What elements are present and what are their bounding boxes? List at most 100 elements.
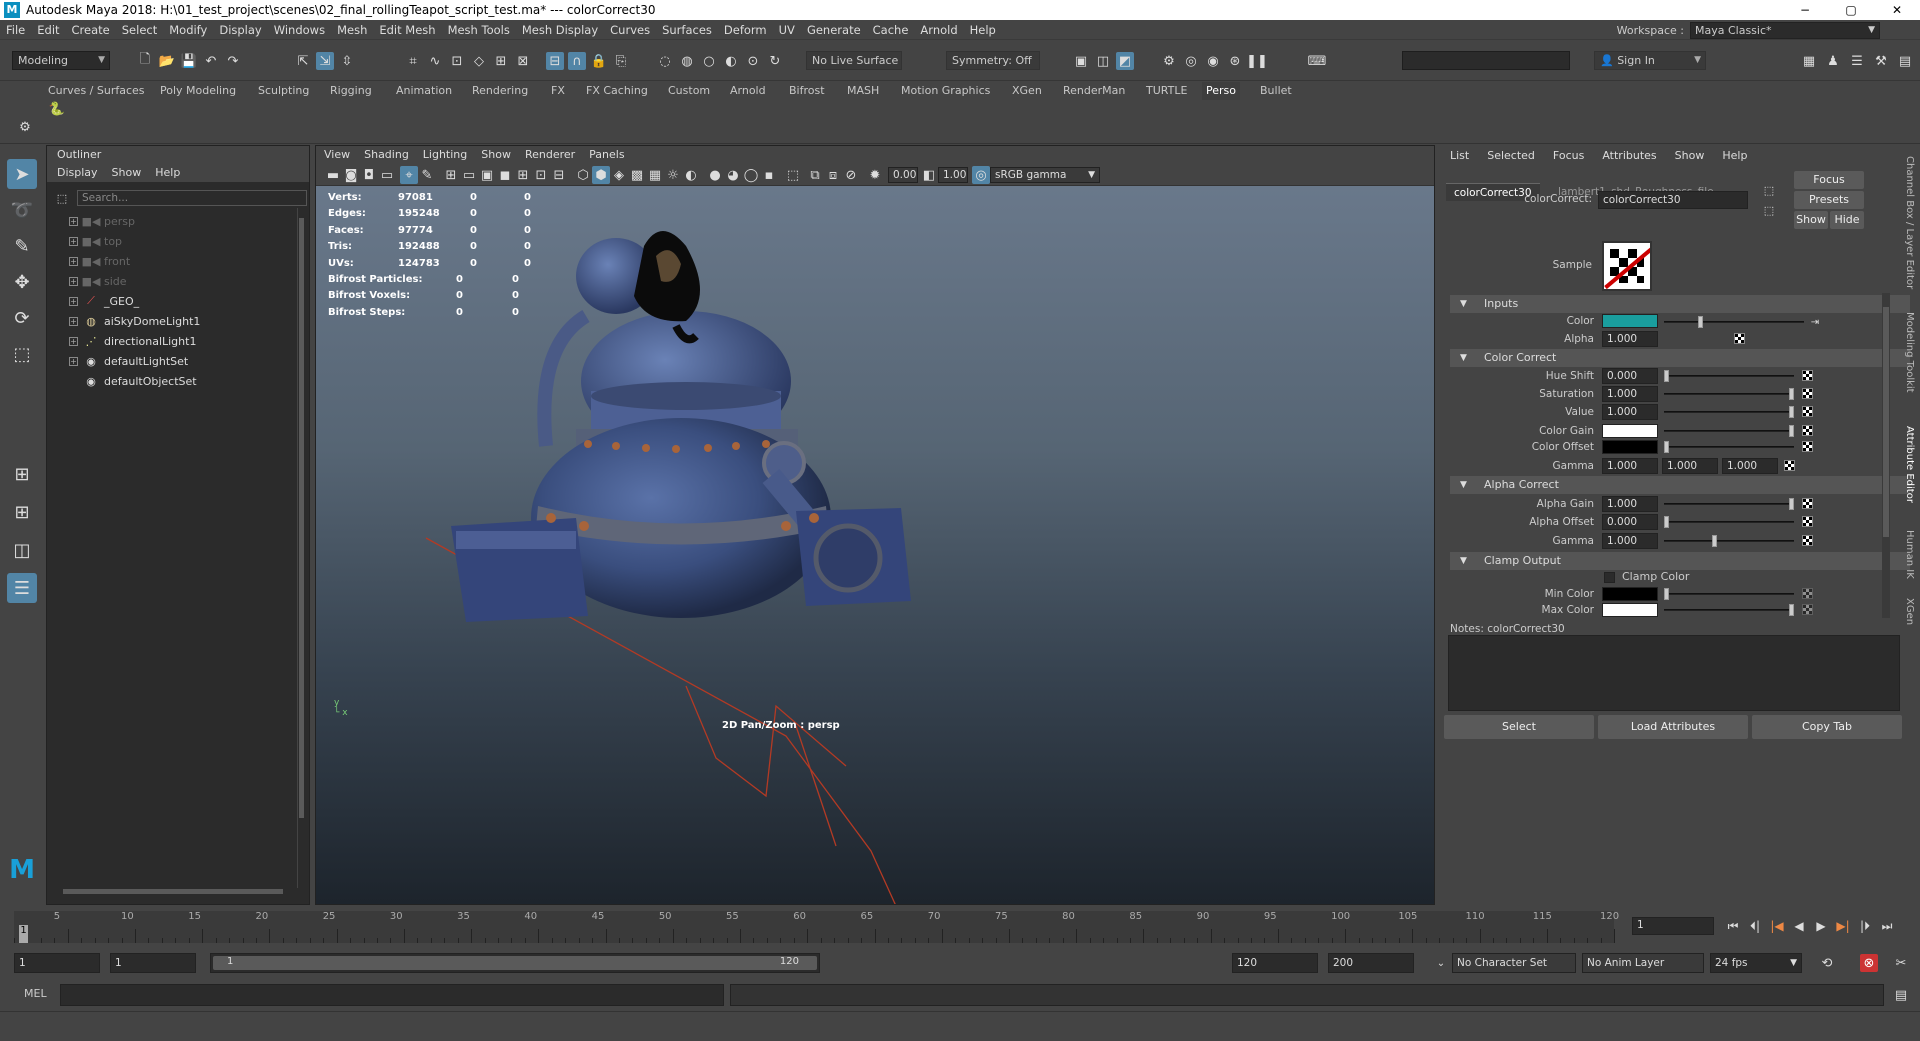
- next-key-icon[interactable]: ▶|: [1834, 917, 1852, 935]
- lasso-icon[interactable]: ◌: [656, 52, 674, 70]
- shelf-tab-fx[interactable]: FX: [547, 82, 569, 100]
- ae-menu-selected[interactable]: Selected: [1487, 145, 1535, 167]
- saturation-field[interactable]: 1.000: [1602, 386, 1658, 402]
- alpha-field[interactable]: 1.000: [1602, 331, 1658, 347]
- shelf-tab-perso[interactable]: Perso: [1202, 82, 1240, 100]
- command-input[interactable]: [60, 984, 724, 1006]
- minimize-button[interactable]: −: [1782, 0, 1828, 20]
- alpha-gamma-map-icon[interactable]: [1802, 535, 1813, 546]
- ae-menu-help[interactable]: Help: [1722, 145, 1747, 167]
- min-color-swatch[interactable]: [1602, 587, 1658, 601]
- output-connection-icon[interactable]: ⬚: [1760, 201, 1778, 219]
- menu-set-dropdown[interactable]: Modeling ▼: [12, 51, 110, 70]
- menu-modify[interactable]: Modify: [163, 23, 213, 37]
- min-color-map-icon[interactable]: [1802, 588, 1813, 599]
- paint-select-tool-icon[interactable]: ✎: [7, 231, 37, 261]
- alpha-gain-handle[interactable]: [1789, 498, 1794, 510]
- menu-display[interactable]: Display: [213, 23, 267, 37]
- snap-live-icon[interactable]: ⊠: [514, 52, 532, 70]
- open-scene-icon[interactable]: 📂: [158, 52, 176, 70]
- outliner-horizontal-scrollbar[interactable]: [61, 888, 295, 896]
- snap-curve-icon[interactable]: ∿: [426, 52, 444, 70]
- hypershade-icon[interactable]: ◎: [1182, 52, 1200, 70]
- outliner-search-input[interactable]: Search...: [77, 190, 307, 206]
- tab-xgen[interactable]: XGen: [1904, 598, 1915, 625]
- render-settings-icon[interactable]: ⚙: [1160, 52, 1178, 70]
- fps-dropdown[interactable]: 24 fps ▼: [1710, 953, 1802, 973]
- sign-in-button[interactable]: 👤 Sign In ▼: [1594, 51, 1706, 70]
- step-back-key-icon[interactable]: ⏴|: [1746, 917, 1764, 935]
- sample-swatch[interactable]: [1602, 241, 1652, 291]
- snap-surface-icon[interactable]: ⊞: [492, 52, 510, 70]
- menu-edit[interactable]: Edit: [31, 23, 65, 37]
- max-color-swatch[interactable]: [1602, 603, 1658, 617]
- expand-icon[interactable]: +: [69, 296, 78, 306]
- pivot-icon[interactable]: ⊙: [744, 52, 762, 70]
- copy-tab-button[interactable]: Copy Tab: [1752, 715, 1902, 739]
- magnet-icon[interactable]: ∩: [568, 52, 586, 70]
- scale-tool-icon[interactable]: ⬚: [7, 339, 37, 369]
- lasso-tool-icon[interactable]: ➰: [7, 195, 37, 225]
- alpha-offset-field[interactable]: 0.000: [1602, 514, 1658, 530]
- menu-cache[interactable]: Cache: [867, 23, 915, 37]
- workspace-dropdown[interactable]: Maya Classic* ▼: [1690, 21, 1880, 39]
- script-editor-icon[interactable]: ▤: [1892, 986, 1910, 1004]
- expand-icon[interactable]: +: [69, 236, 78, 246]
- playback-end-field[interactable]: 120: [1232, 953, 1318, 973]
- expand-icon[interactable]: +: [69, 356, 78, 366]
- color-gain-slider[interactable]: [1664, 430, 1794, 432]
- presets-button[interactable]: Presets: [1794, 191, 1864, 209]
- symmetry-dropdown[interactable]: Symmetry: Off: [946, 51, 1040, 70]
- save-scene-icon[interactable]: 💾: [180, 52, 198, 70]
- pause-icon[interactable]: ❚❚: [1246, 52, 1268, 70]
- input-line-icon[interactable]: ⌨: [1308, 52, 1327, 70]
- arnold-render-icon[interactable]: ◉: [1204, 52, 1222, 70]
- maximize-button[interactable]: ▢: [1828, 0, 1874, 20]
- move-tool-icon[interactable]: ✥: [7, 267, 37, 297]
- time-slider[interactable]: 5 10 15 20 25 30 35 40 45 50 55 60 65 70 75 80 85 90 95 100…: [0, 907, 1920, 947]
- step-forward-icon[interactable]: |⏵: [1856, 917, 1874, 935]
- modeling-toolkit-icon[interactable]: ▦: [1800, 52, 1818, 70]
- hide-button[interactable]: Hide: [1830, 211, 1864, 229]
- max-color-map-icon[interactable]: [1802, 604, 1813, 615]
- shelf-tab-rendering[interactable]: Rendering: [468, 82, 532, 100]
- select-component-icon[interactable]: ⇳: [338, 52, 356, 70]
- outliner-menu-show[interactable]: Show: [112, 164, 142, 182]
- color-offset-handle[interactable]: [1664, 441, 1669, 453]
- expand-icon[interactable]: +: [69, 316, 78, 326]
- gamma-map-icon[interactable]: [1784, 460, 1795, 471]
- scrollbar-thumb[interactable]: [63, 889, 283, 894]
- ae-menu-focus[interactable]: Focus: [1553, 145, 1584, 167]
- scene-model[interactable]: [316, 146, 1435, 905]
- loop-icon[interactable]: ⟲: [1818, 954, 1836, 972]
- quick-rename-field[interactable]: [1402, 51, 1570, 70]
- history-icon[interactable]: ⎘: [612, 52, 630, 70]
- play-backward-icon[interactable]: ◀: [1790, 917, 1808, 935]
- value-slider[interactable]: [1664, 411, 1794, 413]
- value-handle[interactable]: [1789, 406, 1794, 418]
- shelf-tab-xgen[interactable]: XGen: [1008, 82, 1046, 100]
- outliner-layout-icon[interactable]: ☰: [7, 573, 37, 603]
- menu-generate[interactable]: Generate: [801, 23, 867, 37]
- max-color-slider[interactable]: [1664, 609, 1794, 611]
- section-clamp-output[interactable]: ▼ Clamp Output: [1450, 552, 1910, 570]
- ae-menu-list[interactable]: List: [1450, 145, 1469, 167]
- alpha-gain-slider[interactable]: [1664, 503, 1794, 505]
- soft-select-icon[interactable]: ○: [700, 52, 718, 70]
- arnold-ipr-icon[interactable]: ⊛: [1226, 52, 1244, 70]
- alpha-offset-map-icon[interactable]: [1802, 516, 1813, 527]
- four-pane-icon[interactable]: ⊞: [7, 497, 37, 527]
- clamp-color-checkbox[interactable]: [1604, 572, 1615, 583]
- alpha-offset-slider[interactable]: [1664, 521, 1794, 523]
- outliner-item-top[interactable]: + ■◀ top: [69, 232, 122, 250]
- ae-menu-attributes[interactable]: Attributes: [1602, 145, 1656, 167]
- expand-icon[interactable]: +: [69, 276, 78, 286]
- command-language-label[interactable]: MEL: [24, 987, 47, 1000]
- outliner-vertical-scrollbar[interactable]: [297, 208, 305, 888]
- new-scene-icon[interactable]: 🗋: [136, 52, 154, 70]
- value-map-icon[interactable]: [1802, 406, 1813, 417]
- tab-attribute-editor[interactable]: Attribute Editor: [1904, 426, 1915, 503]
- render-view-icon[interactable]: ◫: [1094, 52, 1112, 70]
- ipr-icon[interactable]: ◩: [1116, 52, 1134, 70]
- shelf-tab-sculpting[interactable]: Sculpting: [254, 82, 313, 100]
